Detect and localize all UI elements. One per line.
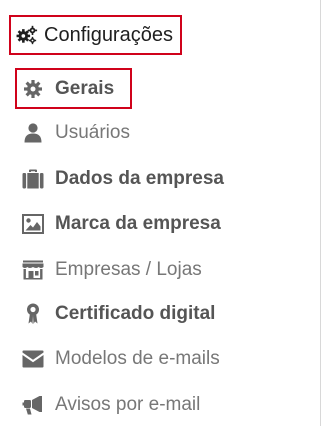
cogs-icon bbox=[16, 24, 38, 46]
settings-sidebar: Configurações Gerais Usuários Dados da e… bbox=[0, 0, 321, 426]
menu-item-label: Usuários bbox=[55, 122, 130, 143]
settings-header-label: Configurações bbox=[44, 23, 173, 46]
menu-item-label: Avisos por e-mail bbox=[55, 394, 201, 415]
menu-item-marca-da-empresa[interactable]: Marca da empresa bbox=[22, 207, 221, 241]
certificate-icon bbox=[22, 303, 44, 325]
settings-header[interactable]: Configurações bbox=[9, 15, 182, 55]
store-icon bbox=[22, 259, 44, 281]
menu-item-usuarios[interactable]: Usuários bbox=[22, 116, 130, 150]
menu-item-gerais[interactable]: Gerais bbox=[15, 68, 132, 109]
menu-item-avisos-por-email[interactable]: Avisos por e-mail bbox=[22, 388, 200, 422]
menu-item-modelos-de-emails[interactable]: Modelos de e-mails bbox=[22, 342, 220, 376]
user-icon bbox=[22, 122, 44, 144]
menu-item-label: Marca da empresa bbox=[55, 213, 221, 234]
menu-item-label: Empresas / Lojas bbox=[55, 259, 202, 280]
menu-item-empresas-lojas[interactable]: Empresas / Lojas bbox=[22, 253, 202, 287]
menu-item-certificado-digital[interactable]: Certificado digital bbox=[22, 297, 215, 331]
megaphone-icon bbox=[22, 394, 44, 416]
gear-icon bbox=[22, 78, 44, 100]
menu-item-label: Modelos de e-mails bbox=[55, 348, 220, 369]
menu-item-label: Dados da empresa bbox=[55, 168, 224, 189]
image-icon bbox=[22, 213, 44, 235]
menu-item-label: Gerais bbox=[55, 77, 115, 99]
menu-item-label: Certificado digital bbox=[55, 303, 216, 324]
briefcase-icon bbox=[22, 168, 44, 190]
envelope-icon bbox=[22, 348, 44, 370]
menu-item-dados-da-empresa[interactable]: Dados da empresa bbox=[22, 162, 224, 196]
